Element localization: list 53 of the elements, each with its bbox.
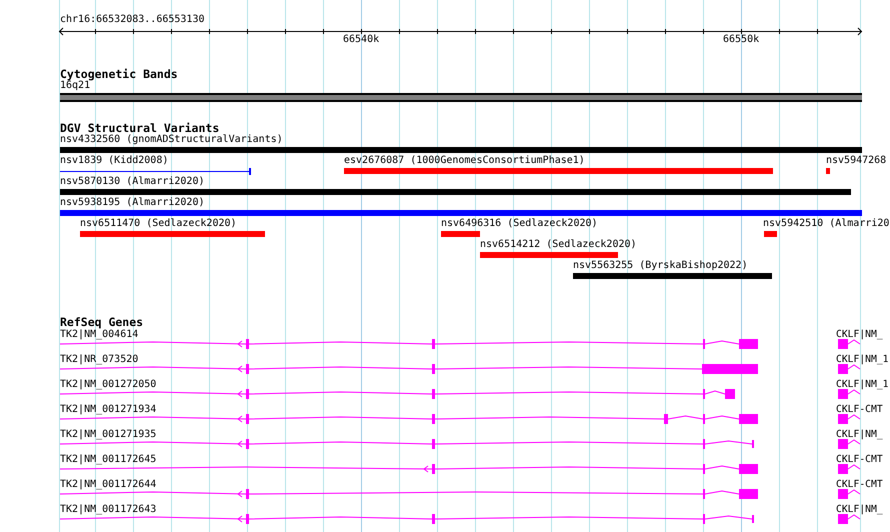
variant-label: nsv5938195 (Almarri2020): [60, 197, 204, 209]
gene-label: TK2|NM_001172645: [60, 454, 156, 466]
variant-bar[interactable]: [573, 273, 772, 279]
gene-label: TK2|NM_004614: [60, 329, 138, 341]
track-title: Cytogenetic Bands: [60, 68, 178, 81]
band-label: 16q21: [60, 80, 90, 92]
variant-label: nsv5942510 (Almarri20: [763, 218, 890, 230]
tick-label: 66540k: [343, 34, 380, 46]
gene-label: TK2|NM_001271934: [60, 404, 156, 416]
variant-label: esv2676087 (1000GenomesConsortiumPhase1): [344, 155, 585, 167]
variant-label: nsv6511470 (Sedlazeck2020): [80, 218, 237, 230]
variant-bar[interactable]: [60, 147, 862, 153]
gene-label: TK2|NM_001172644: [60, 479, 156, 491]
gene-label: CKLF-CMT: [836, 404, 883, 416]
gene-model-drawing: [838, 464, 860, 474]
variant-bar[interactable]: [344, 168, 773, 174]
tick-label: 66550k: [723, 34, 760, 46]
gene-label: TK2|NM_001272050: [60, 379, 156, 391]
gene-label: CKLF|NM_1: [836, 354, 888, 366]
gene-label: CKLF|NM_1: [836, 379, 888, 391]
gene-model-drawing: [838, 339, 860, 349]
variant-bar[interactable]: [441, 231, 480, 237]
gene-model-drawing: [838, 389, 860, 399]
variant-label: nsv6496316 (Sedlazeck2020): [441, 218, 598, 230]
variant-line[interactable]: [60, 168, 251, 175]
variant-label: nsv1839 (Kidd2008): [60, 155, 168, 167]
variant-label: nsv5870130 (Almarri2020): [60, 176, 204, 188]
variant-bar[interactable]: [480, 252, 618, 258]
gene-label: TK2|NM_001271935: [60, 429, 156, 441]
gene-model-drawing: [838, 364, 860, 374]
variant-label: nsv5947268: [826, 155, 886, 167]
variant-bar[interactable]: [60, 189, 851, 195]
gene-model-drawing: [838, 489, 860, 499]
variant-bar[interactable]: [60, 210, 862, 216]
variant-label: nsv6514212 (Sedlazeck2020): [480, 239, 637, 251]
variant-bar[interactable]: [764, 231, 777, 237]
gene-label: CKLF-CMT: [836, 454, 883, 466]
gene-label: CKLF|NM_: [836, 329, 883, 341]
gene-model-drawing: [838, 439, 860, 449]
gene-label: CKLF|NM_: [836, 429, 883, 441]
gene-label: CKLF|NM_: [836, 504, 883, 516]
gene-model-drawing: [838, 414, 860, 424]
gene-model-drawing: [838, 514, 860, 524]
variant-label: nsv5563255 (ByrskaBishop2022): [573, 260, 748, 272]
location-label: chr16:66532083..66553130: [60, 14, 204, 26]
variant-bar[interactable]: [826, 168, 830, 174]
gene-label: TK2|NM_001172643: [60, 504, 156, 516]
variant-bar[interactable]: [80, 231, 265, 237]
track-title: RefSeq Genes: [60, 316, 144, 329]
variant-label: nsv4332560 (gnomADStructuralVariants): [60, 134, 283, 146]
track-title: DGV Structural Variants: [60, 122, 220, 135]
gene-label: CKLF-CMT: [836, 479, 883, 491]
gene-label: TK2|NR_073520: [60, 354, 138, 366]
